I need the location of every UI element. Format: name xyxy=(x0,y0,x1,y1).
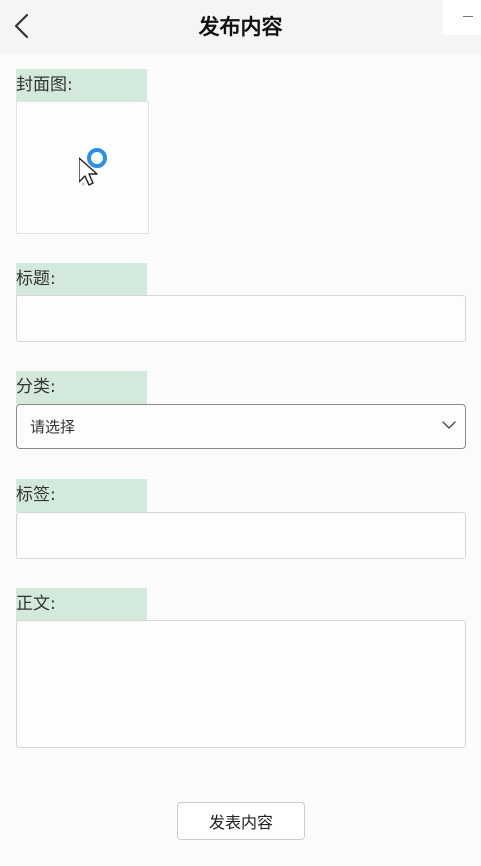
window-minimize-button[interactable] xyxy=(443,0,481,35)
cursor-loading-icon xyxy=(79,148,107,186)
tags-field xyxy=(16,512,466,559)
body-label: 正文: xyxy=(16,594,56,614)
tags-label: 标签: xyxy=(16,485,56,505)
title-label-block: 标题: xyxy=(16,263,147,296)
cover-label: 封面图: xyxy=(16,75,73,95)
title-field xyxy=(16,295,466,342)
title-label: 标题: xyxy=(16,269,56,289)
body-field xyxy=(16,620,466,748)
category-select[interactable]: 请选择 xyxy=(16,404,466,449)
chevron-down-icon xyxy=(442,421,456,429)
tags-label-block: 标签: xyxy=(16,479,147,512)
title-input[interactable] xyxy=(17,296,465,341)
top-bar: 发布内容 xyxy=(0,0,481,54)
body-textarea[interactable] xyxy=(17,621,465,747)
publish-button[interactable]: 发表内容 xyxy=(177,802,305,840)
category-label: 分类: xyxy=(16,377,56,397)
tags-input[interactable] xyxy=(17,513,465,558)
cover-label-block: 封面图: xyxy=(16,69,147,102)
category-label-block: 分类: xyxy=(16,371,147,404)
category-selected-value: 请选择 xyxy=(30,418,76,436)
page-title: 发布内容 xyxy=(198,15,283,39)
cover-upload-area[interactable] xyxy=(16,101,149,234)
minimize-icon xyxy=(463,16,473,17)
body-label-block: 正文: xyxy=(16,588,147,621)
